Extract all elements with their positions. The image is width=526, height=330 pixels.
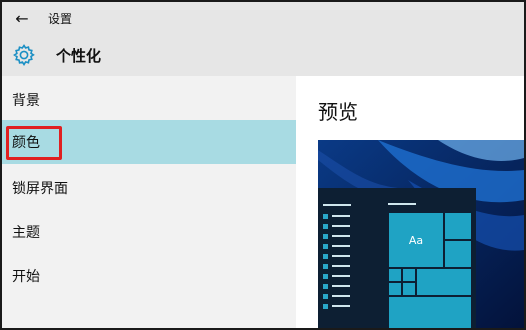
menu-line	[332, 215, 350, 217]
menu-line	[332, 255, 350, 257]
menu-line	[332, 265, 350, 267]
tile-group-header	[388, 203, 416, 205]
menu-line	[332, 235, 350, 237]
menu-line	[332, 305, 350, 307]
sidebar-item-label: 颜色	[12, 135, 40, 151]
sidebar-item-start[interactable]: 开始	[2, 254, 296, 298]
back-button[interactable]: ←	[2, 2, 42, 34]
sidebar: 背景 颜色 锁屏界面 主题 开始	[2, 76, 296, 328]
sidebar-item-label: 锁屏界面	[12, 181, 68, 197]
menu-app-icon	[323, 224, 328, 229]
menu-app-icon	[323, 234, 328, 239]
main-panel: 预览 Aa	[296, 76, 524, 328]
sidebar-item-themes[interactable]: 主题	[2, 210, 296, 254]
sidebar-item-colors[interactable]: 颜色	[2, 120, 296, 164]
title-bar: ← 设置	[2, 2, 524, 34]
menu-app-icon	[323, 274, 328, 279]
tile-wide	[388, 296, 472, 328]
sidebar-item-background[interactable]: 背景	[2, 78, 296, 122]
menu-line	[332, 245, 350, 247]
menu-line	[332, 275, 350, 277]
page-header: 个性化	[2, 34, 524, 76]
tile-small	[444, 212, 472, 240]
menu-line	[332, 295, 350, 297]
menu-line	[332, 225, 350, 227]
menu-app-icon	[323, 294, 328, 299]
start-menu-preview: Aa	[318, 188, 476, 328]
gear-icon	[13, 44, 35, 66]
sidebar-item-lock-screen[interactable]: 锁屏界面	[2, 166, 296, 210]
tile-mini	[402, 268, 416, 282]
preview-title: 预览	[318, 100, 358, 124]
app-title: 设置	[48, 11, 73, 26]
menu-app-icon	[323, 284, 328, 289]
menu-app-icon	[323, 264, 328, 269]
menu-app-icon	[323, 254, 328, 259]
menu-app-icon	[323, 244, 328, 249]
sidebar-item-label: 主题	[12, 225, 40, 241]
tile-mini	[388, 282, 402, 296]
page-title: 个性化	[56, 46, 102, 65]
sidebar-item-label: 开始	[12, 269, 40, 285]
settings-window: ← 设置 个性化 背景 颜色 锁屏界面 主题 开始 预览 Aa	[0, 0, 526, 330]
menu-line	[323, 204, 351, 206]
tile-small	[444, 240, 472, 268]
menu-app-icon	[323, 214, 328, 219]
desktop-preview: Aa	[318, 140, 524, 328]
menu-line	[332, 285, 350, 287]
menu-app-icon	[323, 304, 328, 309]
tile-mini	[388, 268, 402, 282]
tile-mini	[402, 282, 416, 296]
tile-label: Aa	[408, 233, 424, 247]
tile-wide	[416, 268, 472, 296]
arrow-left-icon: ←	[15, 8, 29, 28]
sidebar-item-label: 背景	[12, 93, 40, 109]
